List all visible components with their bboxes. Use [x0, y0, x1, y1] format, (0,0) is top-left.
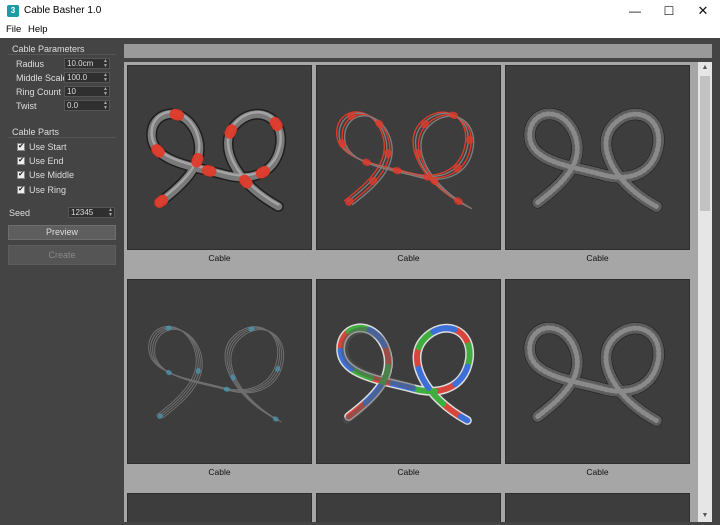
seed-value: 12345 — [71, 208, 94, 217]
spinner-arrows-icon[interactable]: ▲ ▼ — [108, 208, 113, 218]
spinner-arrows-icon[interactable]: ▲ ▼ — [103, 87, 108, 97]
scroll-thumb[interactable] — [700, 76, 710, 211]
preview-caption: Cable — [208, 467, 231, 477]
middle-scale-label: Middle Scale — [16, 73, 68, 83]
use-end-label[interactable]: Use End — [29, 156, 64, 166]
seed-label: Seed — [9, 208, 31, 218]
preview-caption: Cable — [208, 253, 231, 263]
spinner-arrows-icon[interactable]: ▲ ▼ — [103, 59, 108, 69]
app-body: Cable Parameters Radius 10.0cm ▲ ▼ Middle… — [0, 38, 720, 525]
scroll-up-arrow-icon[interactable]: ▲ — [698, 62, 712, 74]
twist-value: 0.0 — [67, 101, 79, 110]
use-ring-checkbox[interactable]: ✔ — [17, 186, 25, 194]
preview-caption: Cable — [586, 253, 609, 263]
preview-scrollbar[interactable]: ▲ ▼ — [698, 62, 712, 522]
divider — [8, 54, 116, 55]
radius-label: Radius — [16, 59, 45, 69]
radius-value: 10.0cm — [67, 59, 94, 68]
preview-button[interactable]: Preview — [8, 225, 116, 240]
cable-preview-image[interactable] — [505, 279, 690, 464]
preview-caption: Cable — [397, 253, 420, 263]
cable-preview-image[interactable] — [505, 65, 690, 250]
preview-tile-partial[interactable] — [127, 493, 312, 522]
use-middle-label[interactable]: Use Middle — [29, 170, 74, 180]
use-start-label[interactable]: Use Start — [29, 142, 67, 152]
divider — [8, 137, 116, 138]
cable-preview-image[interactable] — [316, 279, 501, 464]
use-end-checkbox[interactable]: ✔ — [17, 157, 25, 165]
menu-bar: File Help — [0, 23, 720, 38]
menu-help[interactable]: Help — [28, 24, 48, 35]
control-panel: Cable Parameters Radius 10.0cm ▲ ▼ Middle… — [0, 38, 122, 525]
cable-preview-image[interactable] — [127, 65, 312, 250]
twist-label: Twist — [16, 101, 37, 111]
app-logo-icon: 3 — [7, 5, 19, 17]
middle-scale-spinner[interactable]: 100.0 ▲ ▼ — [64, 72, 110, 83]
middle-scale-value: 100.0 — [67, 73, 88, 82]
cable-preview-image[interactable] — [316, 65, 501, 250]
title-bar: 3 Cable Basher 1.0 — ☐ ✕ — [0, 0, 720, 23]
seed-spinner[interactable]: 12345 ▲ ▼ — [68, 207, 115, 218]
use-middle-checkbox[interactable]: ✔ — [17, 171, 25, 179]
menu-file[interactable]: File — [6, 24, 21, 35]
use-start-checkbox[interactable]: ✔ — [17, 143, 25, 151]
scroll-down-arrow-icon[interactable]: ▼ — [698, 510, 712, 522]
ring-count-spinner[interactable]: 10 ▲ ▼ — [64, 86, 110, 97]
spinner-arrows-icon[interactable]: ▲ ▼ — [103, 101, 108, 111]
radius-spinner[interactable]: 10.0cm ▲ ▼ — [64, 58, 110, 69]
preview-grid: Cable Cable Cable Cable Cable Cable — [124, 62, 698, 522]
minimize-button[interactable]: — — [618, 0, 652, 23]
window-title: Cable Basher 1.0 — [24, 5, 102, 16]
twist-spinner[interactable]: 0.0 ▲ ▼ — [64, 100, 110, 111]
preview-caption: Cable — [397, 467, 420, 477]
cable-parts-title: Cable Parts — [12, 127, 60, 137]
preview-header-bar — [124, 44, 712, 58]
ring-count-label: Ring Count — [16, 87, 62, 97]
cable-parameters-title: Cable Parameters — [12, 44, 85, 54]
cable-preview-image[interactable] — [127, 279, 312, 464]
preview-tile-partial[interactable] — [505, 493, 690, 522]
preview-tile-partial[interactable] — [316, 493, 501, 522]
maximize-button[interactable]: ☐ — [652, 0, 686, 23]
create-button: Create — [8, 245, 116, 265]
spinner-arrows-icon[interactable]: ▲ ▼ — [103, 73, 108, 83]
close-button[interactable]: ✕ — [686, 0, 720, 23]
ring-count-value: 10 — [67, 87, 76, 96]
preview-caption: Cable — [586, 467, 609, 477]
use-ring-label[interactable]: Use Ring — [29, 185, 66, 195]
